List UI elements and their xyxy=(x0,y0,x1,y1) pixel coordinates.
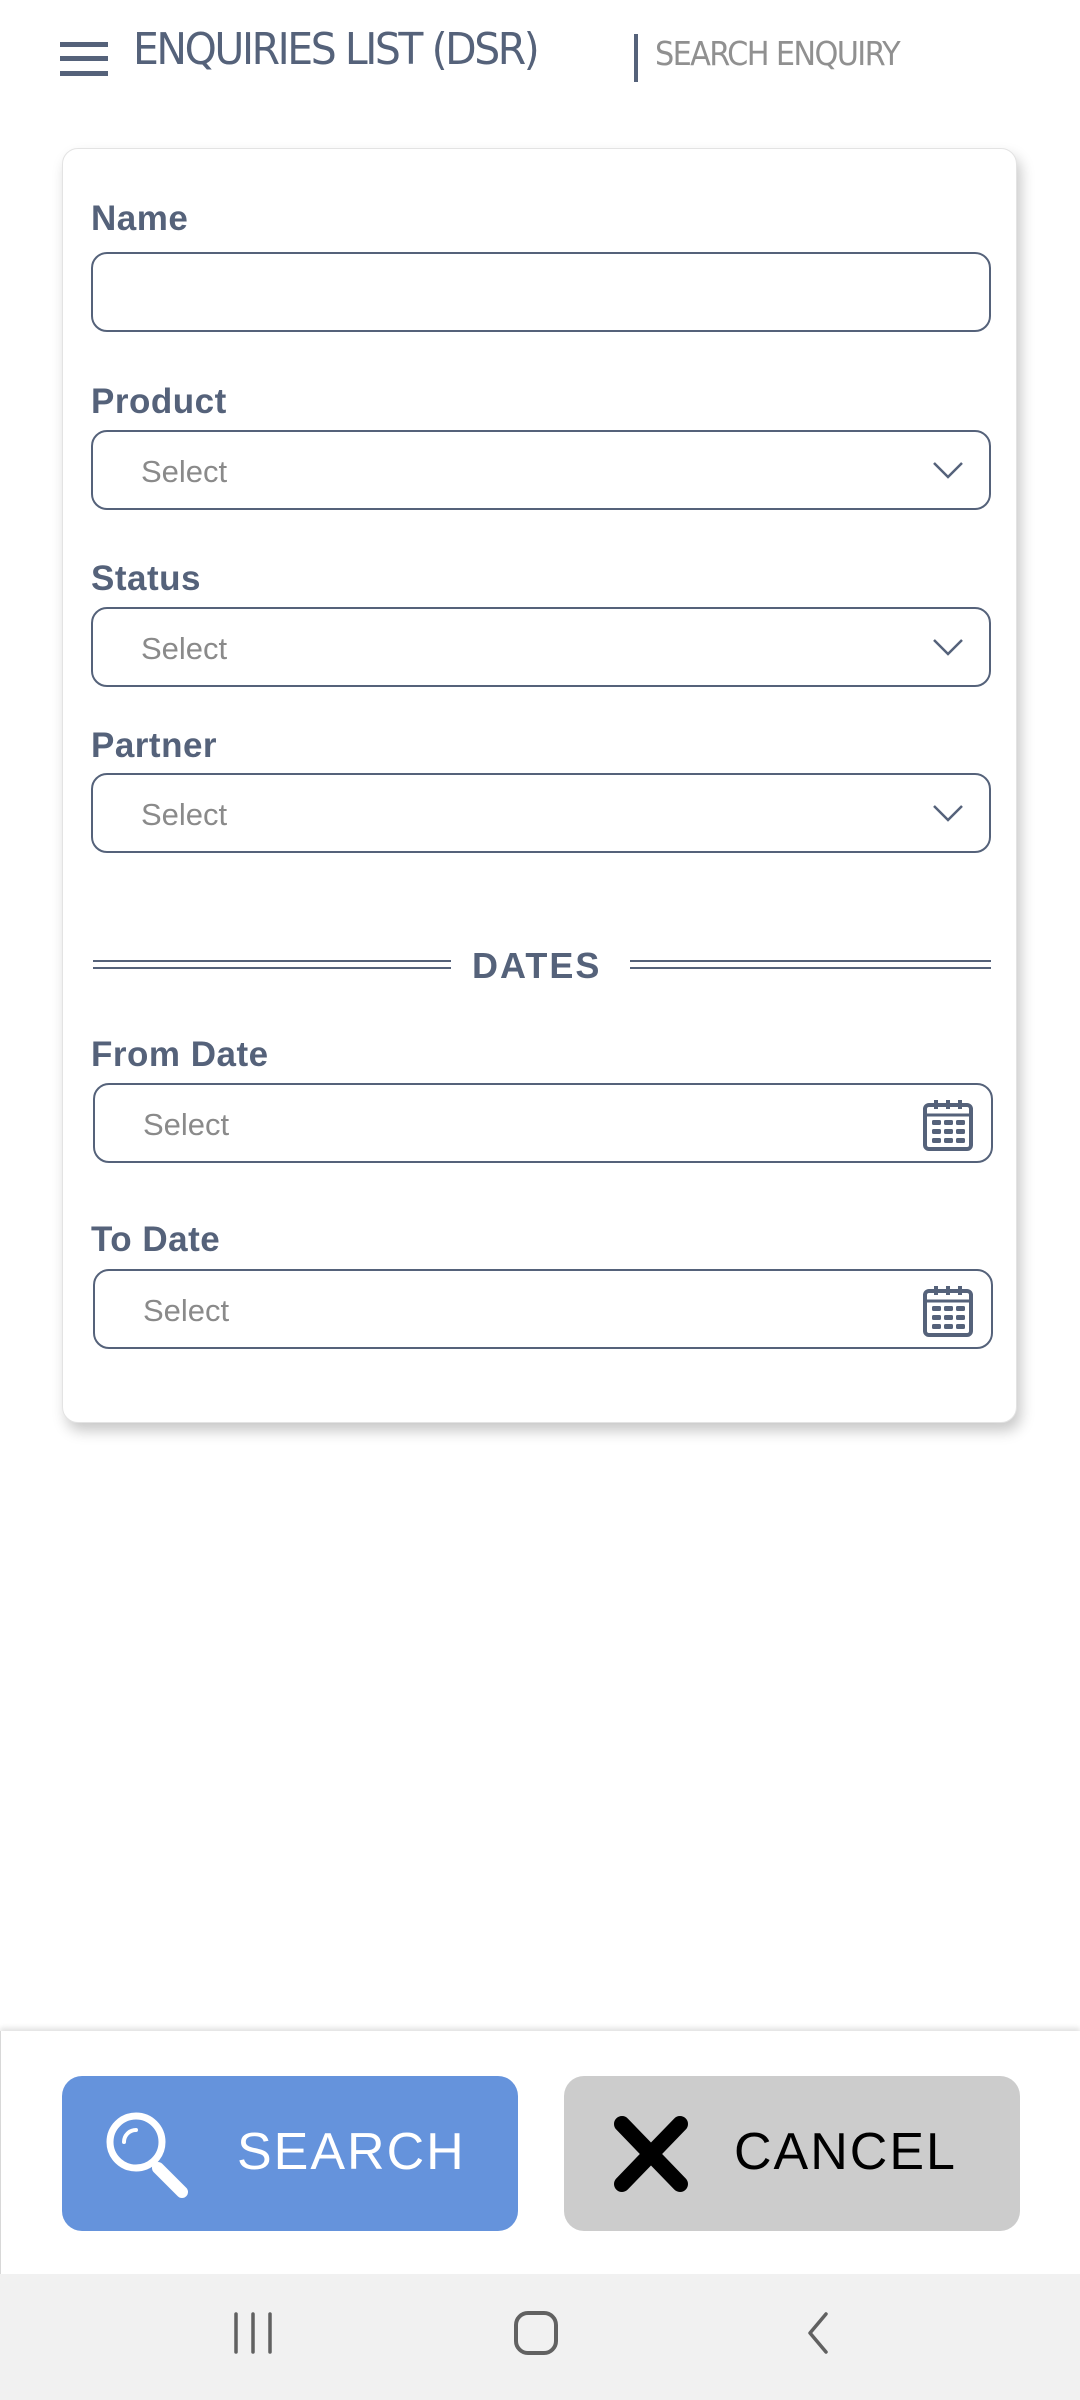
partner-select-placeholder: Select xyxy=(141,797,228,832)
back-icon[interactable] xyxy=(796,2310,840,2356)
system-navigation-bar xyxy=(0,2274,1080,2400)
calendar-icon[interactable] xyxy=(921,1283,975,1339)
to-date-input[interactable]: Select xyxy=(93,1269,993,1349)
dates-section-title: DATES xyxy=(472,945,602,986)
app-header: ENQUIRIES LIST (DSR) SEARCH ENQUIRY xyxy=(0,0,1080,118)
hamburger-bar xyxy=(60,71,108,76)
from-date-input[interactable]: Select xyxy=(93,1083,993,1163)
divider-line-left xyxy=(93,960,451,969)
close-icon xyxy=(614,2116,688,2192)
from-date-placeholder: Select xyxy=(143,1107,230,1142)
chevron-down-icon xyxy=(933,462,963,479)
status-select[interactable]: Select xyxy=(91,607,991,687)
cancel-button-label: CANCEL xyxy=(734,2123,957,2181)
chevron-down-icon xyxy=(933,805,963,822)
page-title: ENQUIRIES LIST (DSR) xyxy=(133,24,540,75)
page-subtitle: SEARCH ENQUIRY xyxy=(655,34,901,73)
name-input[interactable] xyxy=(91,252,991,332)
name-label: Name xyxy=(91,199,189,238)
product-label: Product xyxy=(91,382,227,421)
dates-divider: DATES xyxy=(93,945,991,986)
partner-select[interactable]: Select xyxy=(91,773,991,853)
hamburger-menu-icon[interactable] xyxy=(60,42,108,76)
home-icon[interactable] xyxy=(506,2310,566,2356)
search-button-label: SEARCH xyxy=(237,2123,466,2181)
recents-icon[interactable] xyxy=(226,2310,282,2356)
to-date-placeholder: Select xyxy=(143,1293,230,1328)
product-select[interactable]: Select xyxy=(91,430,991,510)
status-label: Status xyxy=(91,559,201,598)
bottom-action-bar: SEARCH CANCEL xyxy=(0,2031,1080,2274)
title-separator xyxy=(634,34,638,82)
search-form-card: Name Product Select Status Select Partne… xyxy=(62,148,1017,1423)
status-select-placeholder: Select xyxy=(141,631,228,666)
search-icon xyxy=(106,2112,188,2198)
partner-label: Partner xyxy=(91,726,218,765)
hamburger-bar xyxy=(60,56,108,61)
chevron-down-icon xyxy=(933,639,963,656)
calendar-icon[interactable] xyxy=(921,1097,975,1153)
product-select-placeholder: Select xyxy=(141,454,228,489)
hamburger-bar xyxy=(60,42,108,47)
search-button[interactable]: SEARCH xyxy=(62,2076,518,2231)
to-date-label: To Date xyxy=(91,1220,221,1259)
cancel-button[interactable]: CANCEL xyxy=(564,2076,1020,2231)
divider-line-right xyxy=(630,960,991,969)
from-date-label: From Date xyxy=(91,1035,269,1074)
